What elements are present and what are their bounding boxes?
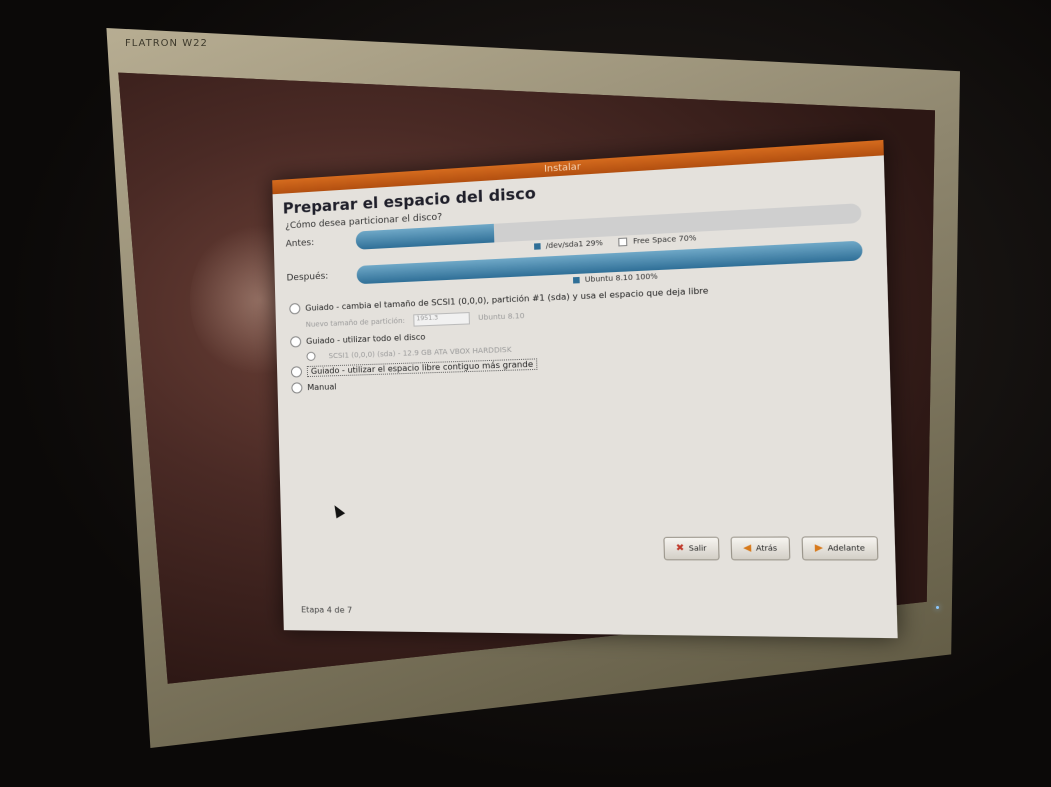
legend-swatch — [618, 237, 628, 247]
radio-manual[interactable] — [291, 382, 303, 394]
forward-label: Adelante — [827, 543, 866, 553]
legend-name: Ubuntu 8.10 — [584, 273, 633, 285]
stage-indicator: Etapa 4 de 7 — [301, 605, 353, 615]
radio-largest-free[interactable] — [290, 366, 303, 378]
legend-value: 100% — [635, 272, 658, 282]
back-label: Atrás — [755, 544, 778, 553]
legend-swatch — [533, 243, 541, 250]
size-hint: Ubuntu 8.10 — [478, 311, 525, 323]
quit-icon: ✖ — [675, 543, 685, 554]
option-entire-label[interactable]: Guiado - utilizar todo el disco — [306, 332, 426, 346]
legend-value: 70% — [678, 233, 697, 244]
option-largest-label[interactable]: Guiado - utilizar el espacio libre conti… — [306, 358, 538, 378]
quit-button[interactable]: ✖ Salir — [663, 536, 720, 561]
legend-item: Ubuntu 8.10 100% — [572, 272, 658, 285]
legend-item: Free Space 70% — [618, 234, 696, 247]
legend-name: Free Space — [632, 234, 677, 246]
power-led-icon — [936, 606, 939, 609]
after-label: Después: — [286, 271, 329, 284]
mouse-cursor-icon — [330, 502, 346, 519]
legend-value: 29% — [585, 238, 603, 249]
option-manual-label[interactable]: Manual — [307, 382, 336, 392]
legend-item: /dev/sda1 29% — [533, 238, 603, 251]
radio-resize[interactable] — [289, 302, 301, 315]
new-size-label: Nuevo tamaño de partición: — [305, 316, 406, 329]
back-arrow-icon: ◀ — [743, 543, 752, 554]
before-label: Antes: — [285, 237, 315, 250]
disk-sda-label: SCSI1 (0,0,0) (sda) - 12.9 GB ATA VBOX H… — [328, 345, 512, 360]
radio-disk-sda[interactable] — [306, 351, 316, 362]
legend-name: /dev/sda1 — [545, 239, 584, 251]
back-button[interactable]: ◀ Atrás — [730, 536, 791, 561]
quit-label: Salir — [688, 544, 707, 553]
monitor-brand: FLATRON W22 — [125, 38, 208, 49]
forward-arrow-icon: ▶ — [814, 542, 824, 554]
size-spinbox[interactable]: 1951.3 — [413, 312, 470, 327]
button-bar: ✖ Salir ◀ Atrás ▶ Adelante — [663, 536, 879, 561]
legend-swatch — [572, 276, 580, 284]
forward-button[interactable]: ▶ Adelante — [801, 536, 879, 561]
installer-dialog: Instalar Preparar el espacio del disco ¿… — [272, 139, 898, 639]
radio-entire-disk[interactable] — [290, 336, 302, 348]
